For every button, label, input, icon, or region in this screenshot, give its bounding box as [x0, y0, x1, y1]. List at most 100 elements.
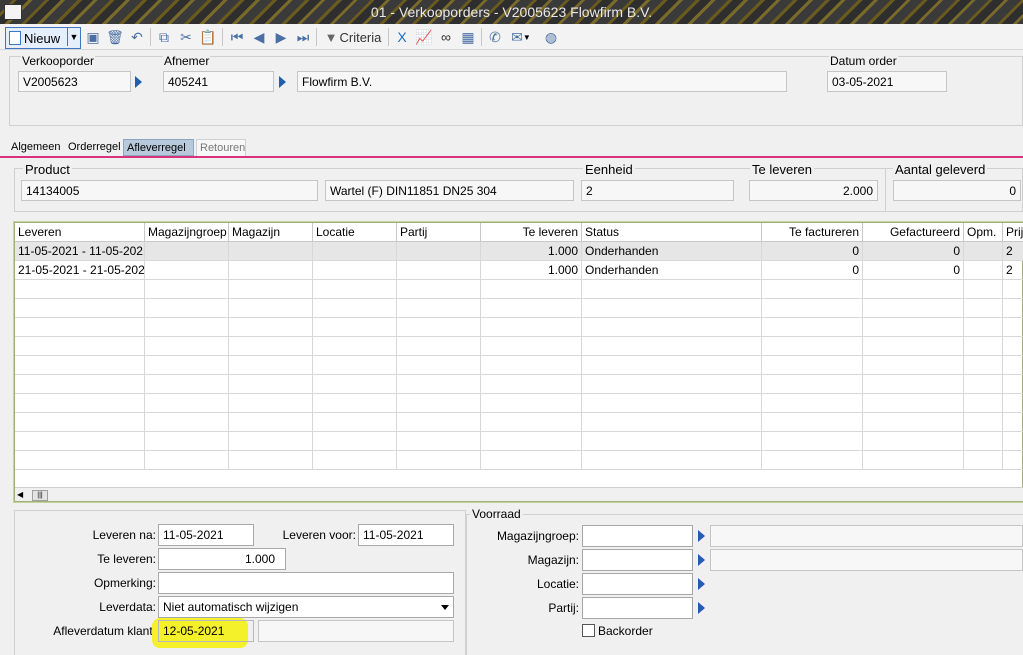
te-leveren-header-label: Te leveren [750, 162, 814, 177]
magazijn-goto-icon[interactable] [698, 554, 705, 566]
nieuw-dropdown-icon[interactable]: ▼ [67, 28, 80, 46]
delete-icon[interactable]: 🗑 [106, 27, 124, 47]
table-cell-prijs[interactable]: 2 [1003, 261, 1023, 280]
table-cell-opm[interactable] [964, 261, 1003, 280]
column-header-te-leveren[interactable]: Te leveren [481, 223, 582, 242]
table-cell-locatie[interactable] [313, 261, 397, 280]
table-cell-te-factureren[interactable]: 0 [762, 242, 863, 261]
empty-table-cell [481, 451, 582, 470]
product-code-field[interactable]: 14134005 [21, 180, 318, 201]
column-header-leveren[interactable]: Leveren [15, 223, 145, 242]
empty-table-cell [15, 375, 145, 394]
nieuw-button[interactable]: Nieuw ▼ [5, 27, 81, 49]
datum-order-field[interactable]: 03-05-2021 [827, 71, 947, 92]
afnemer-code-field[interactable]: 405241 [163, 71, 274, 92]
verkooporder-goto-icon[interactable] [135, 76, 142, 88]
save-icon[interactable]: ▣ [84, 27, 102, 47]
empty-table-cell [229, 394, 313, 413]
empty-table-cell [1003, 356, 1023, 375]
locatie-field[interactable] [582, 573, 693, 595]
empty-table-cell [1003, 375, 1023, 394]
column-header-gefactureerd[interactable]: Gefactureerd [863, 223, 964, 242]
empty-table-cell [15, 299, 145, 318]
column-header-status[interactable]: Status [582, 223, 762, 242]
table-cell-gefactureerd[interactable]: 0 [863, 242, 964, 261]
verkooporder-field[interactable]: V2005623 [18, 71, 131, 92]
magazijngroep-field[interactable] [582, 525, 693, 547]
table-cell-leveren[interactable]: 21-05-2021 - 21-05-2021 [15, 261, 145, 280]
afleverdatum-klant-field[interactable]: 12-05-2021 [158, 620, 254, 642]
table-cell-partij[interactable] [397, 261, 481, 280]
partij-label: Partij: [548, 601, 579, 615]
empty-table-cell [863, 432, 964, 451]
last-record-icon[interactable]: ⏭ [294, 27, 312, 47]
binoculars-icon[interactable]: ∞ [437, 27, 455, 47]
criteria-button[interactable]: ▼ Criteria [322, 27, 384, 47]
scroll-thumb[interactable]: ||| [32, 490, 48, 501]
leverdata-select[interactable]: Niet automatisch wijzigen [158, 596, 454, 618]
empty-table-cell [481, 394, 582, 413]
magazijn-field[interactable] [582, 549, 693, 571]
column-header-prijs[interactable]: Prijs [1003, 223, 1023, 242]
column-header-partij[interactable]: Partij [397, 223, 481, 242]
partij-goto-icon[interactable] [698, 602, 705, 614]
table-cell-te-leveren[interactable]: 1.000 [481, 261, 582, 280]
magazijngroep-goto-icon[interactable] [698, 530, 705, 542]
next-record-icon[interactable]: ▶ [272, 27, 290, 47]
afleverregel-grid[interactable]: Leveren Magazijngroep Magazijn Locatie P… [13, 221, 1023, 503]
te-leveren-field[interactable]: 1.000 [158, 548, 286, 570]
table-cell-status[interactable]: Onderhanden [582, 261, 762, 280]
table-cell-te-factureren[interactable]: 0 [762, 261, 863, 280]
empty-table-cell [964, 432, 1003, 451]
first-record-icon[interactable]: ⏮ [228, 27, 246, 47]
prev-record-icon[interactable]: ◀ [250, 27, 268, 47]
table-cell-magazijn[interactable] [229, 242, 313, 261]
empty-table-cell [145, 299, 229, 318]
paste-icon[interactable]: 📋 [199, 27, 217, 47]
empty-table-cell [762, 432, 863, 451]
leveren-na-field[interactable]: 11-05-2021 [158, 524, 254, 546]
table-cell-te-leveren[interactable]: 1.000 [481, 242, 582, 261]
table-cell-magazijngroep[interactable] [145, 261, 229, 280]
column-header-te-factureren[interactable]: Te factureren [762, 223, 863, 242]
backorder-checkbox[interactable] [582, 624, 595, 637]
table-cell-partij[interactable] [397, 242, 481, 261]
column-header-magazijngroep[interactable]: Magazijngroep [145, 223, 229, 242]
undo-icon[interactable]: ↶ [128, 27, 146, 47]
column-header-magazijn[interactable]: Magazijn [229, 223, 313, 242]
empty-table-cell [397, 280, 481, 299]
tab-orderregel[interactable]: Orderregel [65, 139, 124, 156]
cut-icon[interactable]: ✂ [177, 27, 195, 47]
opmerking-field[interactable] [158, 572, 454, 594]
table-cell-prijs[interactable]: 2 [1003, 242, 1023, 261]
column-header-locatie[interactable]: Locatie [313, 223, 397, 242]
table-cell-opm[interactable] [964, 242, 1003, 261]
partij-field[interactable] [582, 597, 693, 619]
horizontal-scrollbar[interactable]: ◀ ||| [15, 487, 1023, 501]
locatie-goto-icon[interactable] [698, 578, 705, 590]
table-cell-gefactureerd[interactable]: 0 [863, 261, 964, 280]
phone-icon[interactable]: ✆ [486, 27, 504, 47]
table-cell-leveren[interactable]: 11-05-2021 - 11-05-2021 [15, 242, 145, 261]
scroll-left-icon[interactable]: ◀ [17, 490, 26, 499]
table-cell-locatie[interactable] [313, 242, 397, 261]
table-cell-magazijngroep[interactable] [145, 242, 229, 261]
chart-icon[interactable]: 📈 [415, 27, 433, 47]
empty-table-cell [863, 394, 964, 413]
table-cell-magazijn[interactable] [229, 261, 313, 280]
globe-icon[interactable]: ◍ [542, 27, 560, 47]
afnemer-goto-icon[interactable] [279, 76, 286, 88]
tab-afleverregel[interactable]: Afleverregel [123, 139, 194, 156]
empty-table-cell [397, 451, 481, 470]
toolbar-separator [150, 28, 151, 46]
column-header-opm[interactable]: Opm. [964, 223, 1003, 242]
table-icon[interactable]: ▦ [459, 27, 477, 47]
empty-table-cell [582, 356, 762, 375]
excel-icon[interactable]: X [393, 27, 411, 47]
mail-icon[interactable]: ✉ ▼ [508, 27, 534, 47]
empty-table-cell [313, 299, 397, 318]
table-cell-status[interactable]: Onderhanden [582, 242, 762, 261]
leveren-voor-field[interactable]: 11-05-2021 [358, 524, 454, 546]
copy-icon[interactable]: ⧉ [155, 27, 173, 47]
tab-algemeen[interactable]: Algemeen [8, 139, 64, 156]
